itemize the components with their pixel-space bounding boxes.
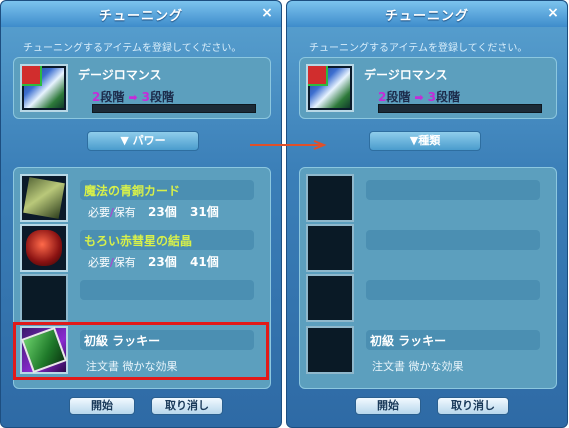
material-slot-1[interactable] — [20, 174, 68, 222]
stage-to: 3 — [141, 90, 150, 104]
cancel-button[interactable]: 取り消し — [437, 397, 509, 415]
material-req-2: 必要/保有 — [88, 254, 136, 270]
stage-progress-bar — [92, 104, 256, 113]
required-label: 必要 — [88, 206, 110, 219]
title-bar[interactable]: チューニング × — [287, 1, 567, 27]
item-name: デージロマンス — [364, 68, 448, 82]
card-badge-icon — [308, 66, 328, 86]
cancel-button[interactable]: 取り消し — [151, 397, 223, 415]
materials-panel: 初級 ラッキー 注文書 微かな効果 — [299, 167, 557, 389]
owned-label: 保有 — [113, 206, 136, 219]
close-icon[interactable]: × — [259, 5, 275, 21]
highlight-box — [13, 322, 269, 380]
instruction-text: チューニングするアイテムを登録してください。 — [23, 43, 242, 54]
stage-progress-bar — [378, 104, 542, 113]
material-name-1: 魔法の青銅カード — [84, 184, 181, 198]
material-slot-1[interactable] — [306, 174, 354, 222]
close-icon[interactable]: × — [545, 5, 561, 21]
material-desc-4: 注文書 微かな効果 — [372, 360, 464, 373]
window-title: チューニング — [384, 9, 469, 24]
instruction-text: チューニングするアイテムを登録してください。 — [309, 43, 528, 54]
arrow-right-icon — [250, 140, 327, 150]
category-button[interactable]: ▼種類 — [369, 131, 481, 151]
item-panel: デージロマンス 2段階 ➡ 3段階 — [13, 57, 271, 119]
title-bar[interactable]: チューニング × — [1, 1, 281, 27]
stage-from-word: 段階 — [386, 90, 411, 104]
material-slot-2[interactable] — [306, 224, 354, 272]
material-slot-3[interactable] — [306, 274, 354, 322]
stage-to: 3 — [427, 90, 436, 104]
item-panel: デージロマンス 2段階 ➡ 3段階 — [299, 57, 557, 119]
item-name: デージロマンス — [78, 68, 162, 82]
bronze-card-icon — [23, 177, 65, 219]
category-button[interactable]: ▼ パワー — [87, 131, 199, 151]
stage-row: 2段階 ➡ 3段階 — [92, 88, 262, 104]
start-button[interactable]: 開始 — [69, 397, 135, 415]
item-slot[interactable] — [306, 64, 354, 112]
stage-arrow-icon: ➡ — [128, 91, 138, 104]
material-slot-2[interactable] — [20, 224, 68, 272]
material-slot-4[interactable] — [306, 326, 354, 374]
stage-arrow-icon: ➡ — [414, 91, 424, 104]
material-name-bar-3 — [80, 280, 254, 300]
window-title: チューニング — [98, 9, 183, 24]
stage-row: 2段階 ➡ 3段階 — [378, 88, 548, 104]
red-crystal-icon — [26, 230, 62, 266]
material-required-2: 23個 — [148, 255, 177, 269]
material-name-2: もろい赤彗星の結晶 — [84, 234, 193, 248]
item-slot[interactable] — [20, 64, 68, 112]
owned-label: 保有 — [113, 256, 136, 269]
material-owned-1: 31個 — [190, 205, 219, 219]
stage-from-word: 段階 — [100, 90, 125, 104]
material-owned-2: 41個 — [190, 255, 219, 269]
stage-to-word: 段階 — [435, 90, 460, 104]
material-name-bar-3 — [366, 280, 540, 300]
material-name-4: 初級 ラッキー — [370, 334, 447, 348]
material-required-1: 23個 — [148, 205, 177, 219]
tuning-window-before: チューニング × チューニングするアイテムを登録してください。 デージロマンス … — [0, 0, 282, 428]
card-badge-icon — [22, 66, 42, 86]
tuning-window-after: チューニング × チューニングするアイテムを登録してください。 デージロマンス … — [286, 0, 568, 428]
start-button[interactable]: 開始 — [355, 397, 421, 415]
required-label: 必要 — [88, 256, 110, 269]
stage-to-word: 段階 — [149, 90, 174, 104]
material-req-1: 必要/保有 — [88, 204, 136, 220]
material-name-bar-2 — [366, 230, 540, 250]
material-slot-3[interactable] — [20, 274, 68, 322]
material-name-bar-1 — [366, 180, 540, 200]
